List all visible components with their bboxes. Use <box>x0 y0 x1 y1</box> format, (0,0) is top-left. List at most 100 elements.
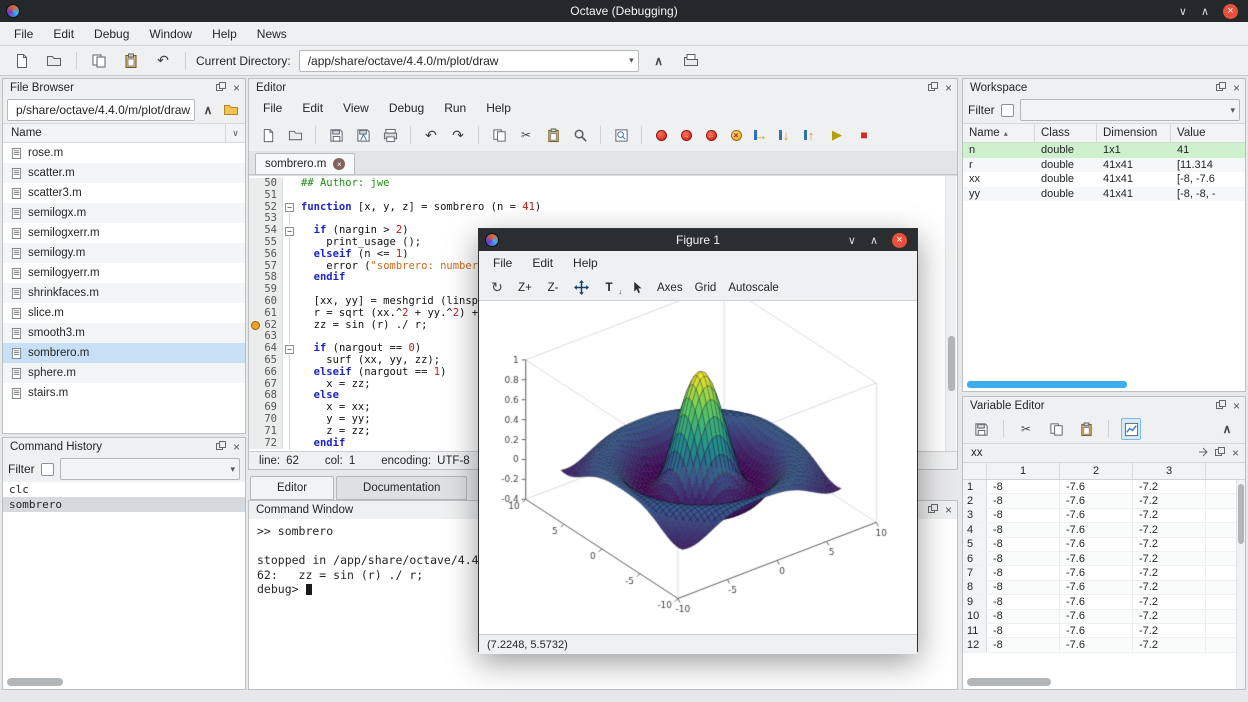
select-tool-icon[interactable] <box>629 281 645 294</box>
fold-marker-icon[interactable]: − <box>285 227 294 236</box>
ve-cell[interactable]: -8 <box>987 552 1060 565</box>
editor-vscrollbar[interactable] <box>945 176 956 451</box>
workspace-row[interactable]: xxdouble41x41[-8, -7.6 <box>963 172 1245 187</box>
plot-variable-icon[interactable] <box>1121 418 1141 440</box>
one-directory-up-icon[interactable]: ∧ <box>647 49 671 73</box>
save-icon[interactable] <box>971 418 991 440</box>
ve-cell[interactable]: -7.6 <box>1060 523 1133 536</box>
close-panel-icon[interactable]: × <box>945 503 952 517</box>
new-file-icon[interactable] <box>259 125 277 145</box>
figure-menu-help[interactable]: Help <box>563 253 608 273</box>
undo-icon[interactable]: ↶ <box>422 125 440 145</box>
ve-cell[interactable]: -7.2 <box>1133 595 1206 608</box>
text-cursor[interactable] <box>306 584 312 595</box>
close-panel-icon[interactable]: × <box>945 81 952 95</box>
fold-marker-icon[interactable]: − <box>285 345 294 354</box>
close-panel-icon[interactable]: × <box>1233 81 1240 95</box>
file-row[interactable]: semilogy.m <box>3 243 245 263</box>
filter-checkbox[interactable] <box>1001 104 1014 117</box>
code-line[interactable]: 52−function [x, y, z] = sombrero (n = 41… <box>249 202 957 214</box>
float-panel-icon[interactable] <box>216 82 226 95</box>
ve-cell[interactable]: -8 <box>987 624 1060 637</box>
next-breakpoint-icon[interactable]: → <box>678 127 694 143</box>
editor-menu-edit[interactable]: Edit <box>292 98 333 118</box>
ve-column-header[interactable]: 1 <box>987 463 1060 479</box>
continue-icon[interactable]: ▶ <box>828 125 846 145</box>
editor-menu-run[interactable]: Run <box>434 98 476 118</box>
dropdown-icon[interactable]: ▾ <box>623 55 634 66</box>
browse-directories-icon[interactable] <box>679 49 703 73</box>
open-file-icon[interactable] <box>286 125 304 145</box>
ve-cell[interactable]: -8 <box>987 509 1060 522</box>
ve-cell[interactable]: -8 <box>987 610 1060 623</box>
close-panel-icon[interactable]: × <box>1233 399 1240 413</box>
float-panel-icon[interactable] <box>1216 82 1226 95</box>
pan-tool-icon[interactable] <box>573 280 589 295</box>
save-as-icon[interactable] <box>354 125 372 145</box>
file-row[interactable]: rose.m <box>3 143 245 163</box>
new-script-icon[interactable] <box>10 49 34 73</box>
file-column-header[interactable]: Name ∨ <box>3 123 245 143</box>
copy-icon[interactable] <box>490 125 508 145</box>
menu-help[interactable]: Help <box>202 24 247 44</box>
fb-browse-folder-icon[interactable] <box>221 98 241 122</box>
minimize-icon[interactable]: ∨ <box>848 234 856 247</box>
undo-icon[interactable]: ↶ <box>151 49 175 73</box>
editor-menu-debug[interactable]: Debug <box>379 98 434 118</box>
float-panel-icon[interactable] <box>216 441 226 454</box>
ve-cell[interactable]: -8 <box>987 480 1060 493</box>
editor-menu-help[interactable]: Help <box>476 98 521 118</box>
redo-icon[interactable]: ↷ <box>449 125 467 145</box>
ve-cell[interactable]: -7.6 <box>1060 552 1133 565</box>
rotate-tool-icon[interactable]: ↻ <box>489 279 505 296</box>
ve-cell[interactable]: -7.6 <box>1060 638 1133 651</box>
float-panel-icon[interactable] <box>1216 400 1226 413</box>
ve-cell[interactable]: -8 <box>987 523 1060 536</box>
float-panel-icon[interactable] <box>928 82 938 95</box>
close-panel-icon[interactable]: × <box>233 81 240 95</box>
file-row[interactable]: scatter3.m <box>3 183 245 203</box>
workspace-row[interactable]: rdouble41x41[11.314 <box>963 158 1245 173</box>
current-directory-combo[interactable]: /app/share/octave/4.4.0/m/plot/draw ▾ <box>299 50 639 72</box>
file-browser-path-combo[interactable]: p/share/octave/4.4.0/m/plot/draw ▾ <box>7 99 195 121</box>
ve-row-header[interactable]: 2 <box>963 494 987 507</box>
text-tool-icon[interactable]: T↓ <box>601 282 617 294</box>
workspace-row[interactable]: ndouble1x141 <box>963 143 1245 158</box>
scrollbar-thumb[interactable] <box>948 336 955 391</box>
ve-cell[interactable]: -7.2 <box>1133 566 1206 579</box>
collapse-icon[interactable]: ∧ <box>1217 418 1237 440</box>
open-file-icon[interactable] <box>42 49 66 73</box>
ve-row-header[interactable]: 1 <box>963 480 987 493</box>
close-icon[interactable]: × <box>892 233 907 248</box>
ve-cell[interactable]: -8 <box>987 566 1060 579</box>
maximize-icon[interactable]: ∧ <box>1201 5 1209 18</box>
workspace-row[interactable]: yydouble41x41[-8, -8, - <box>963 187 1245 202</box>
menu-file[interactable]: File <box>4 24 43 44</box>
step-out-icon[interactable]: ↑ <box>803 127 819 143</box>
ve-cell[interactable]: -7.6 <box>1060 581 1133 594</box>
scrollbar-thumb[interactable] <box>1238 484 1244 544</box>
fold-marker-icon[interactable]: − <box>285 203 294 212</box>
ve-row-header[interactable]: 4 <box>963 523 987 536</box>
file-row[interactable]: stairs.m <box>3 383 245 403</box>
ve-row-header[interactable]: 3 <box>963 509 987 522</box>
file-row[interactable]: semilogxerr.m <box>3 223 245 243</box>
file-row[interactable]: semilogx.m <box>3 203 245 223</box>
execution-marker-icon[interactable] <box>251 321 260 330</box>
ve-row-header[interactable]: 10 <box>963 610 987 623</box>
close-variable-icon[interactable]: × <box>1232 446 1239 460</box>
close-icon[interactable]: × <box>1223 4 1238 19</box>
find-icon[interactable] <box>571 125 589 145</box>
ve-cell[interactable]: -7.6 <box>1060 538 1133 551</box>
file-row[interactable]: smooth3.m <box>3 323 245 343</box>
ve-cell[interactable]: -7.2 <box>1133 552 1206 565</box>
filter-checkbox[interactable] <box>41 463 54 476</box>
ve-cell[interactable]: -8 <box>987 595 1060 608</box>
file-row[interactable]: sombrero.m <box>3 343 245 363</box>
zoom-in-tool[interactable]: Z+ <box>517 282 533 294</box>
figure-menu-file[interactable]: File <box>483 253 522 273</box>
variable-grid[interactable]: 123 1-8-7.6-7.22-8-7.6-7.23-8-7.6-7.24-8… <box>963 463 1245 689</box>
file-row[interactable]: sphere.m <box>3 363 245 383</box>
file-row[interactable]: slice.m <box>3 303 245 323</box>
history-item[interactable]: clc <box>3 482 245 497</box>
